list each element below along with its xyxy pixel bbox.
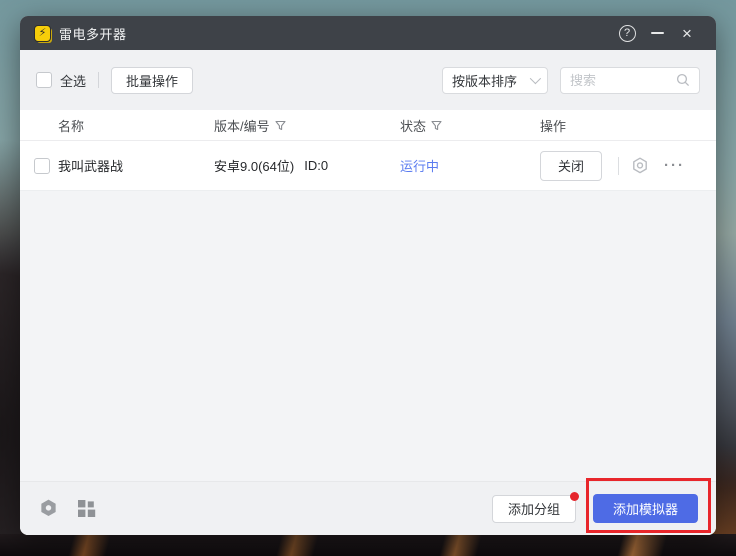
toolbar: 全选 批量操作 按版本排序 [20, 50, 716, 110]
stop-emulator-button[interactable]: 关闭 [540, 151, 602, 181]
global-settings-icon[interactable] [38, 498, 59, 519]
emulator-row[interactable]: 我叫武器战 安卓9.0(64位) ID:0 运行中 关闭 ··· [20, 141, 716, 191]
grid-view-icon[interactable] [77, 499, 96, 518]
chevron-down-icon [530, 73, 541, 84]
select-all-label: 全选 [60, 71, 86, 90]
more-options-icon[interactable]: ··· [664, 157, 685, 174]
batch-operations-button[interactable]: 批量操作 [111, 67, 193, 94]
app-window: ⚡ 雷电多开器 ? × 全选 批量操作 按版本排序 [20, 16, 716, 535]
close-button[interactable]: × [672, 18, 702, 48]
wallpaper-mountain [0, 534, 736, 556]
window-title: 雷电多开器 [59, 24, 127, 43]
status-filter-icon[interactable] [431, 120, 442, 131]
header-name: 名称 [20, 116, 214, 135]
version-filter-icon[interactable] [275, 120, 286, 131]
row-version: 安卓9.0(64位) [214, 156, 294, 175]
search-icon [676, 73, 690, 87]
header-action: 操作 [540, 116, 716, 135]
add-group-button[interactable]: 添加分组 [492, 495, 576, 523]
notification-dot [570, 492, 579, 501]
titlebar[interactable]: ⚡ 雷电多开器 ? × [20, 16, 716, 50]
row-settings-icon[interactable] [630, 156, 650, 176]
list-empty-area [20, 191, 716, 481]
row-version-cell: 安卓9.0(64位) ID:0 [214, 156, 400, 175]
sort-dropdown[interactable]: 按版本排序 [442, 67, 548, 94]
toolbar-divider [98, 72, 99, 88]
row-checkbox[interactable] [34, 158, 50, 174]
header-version: 版本/编号 [214, 116, 400, 135]
table-header-row: 名称 版本/编号 状态 操作 [20, 110, 716, 141]
row-id: ID:0 [304, 158, 328, 173]
select-all-checkbox[interactable] [36, 72, 52, 88]
help-button[interactable]: ? [612, 18, 642, 48]
close-icon: × [682, 25, 692, 42]
row-actions: 关闭 ··· [540, 151, 716, 181]
help-icon: ? [619, 25, 636, 42]
minimize-icon [651, 32, 664, 34]
action-divider [618, 157, 619, 175]
app-logo-lightning-icon: ⚡ [34, 25, 51, 42]
sort-dropdown-value: 按版本排序 [452, 71, 530, 90]
search-box[interactable] [560, 67, 700, 94]
header-status: 状态 [400, 116, 540, 135]
minimize-button[interactable] [642, 18, 672, 48]
row-status-cell: 运行中 [400, 156, 540, 175]
search-input[interactable] [570, 73, 676, 88]
footer-bar: 添加分组 添加模拟器 [20, 481, 716, 535]
add-emulator-button[interactable]: 添加模拟器 [593, 494, 698, 523]
status-badge: 运行中 [400, 156, 439, 175]
